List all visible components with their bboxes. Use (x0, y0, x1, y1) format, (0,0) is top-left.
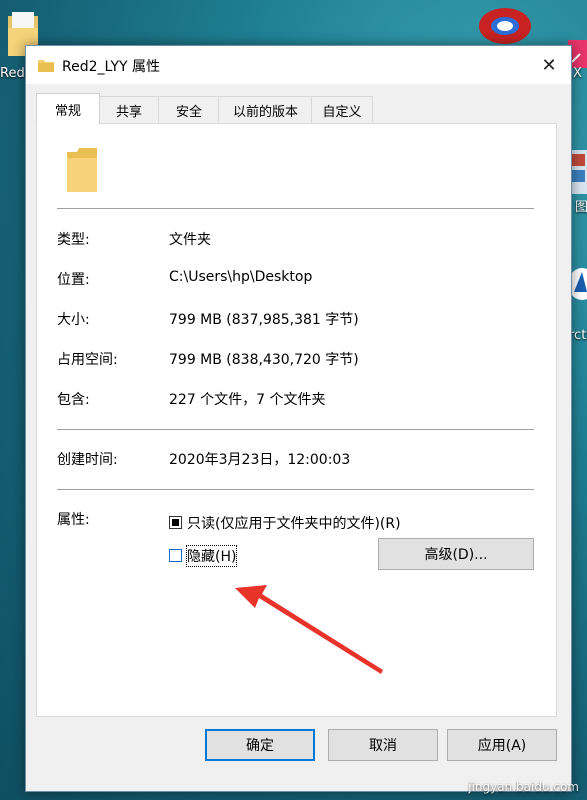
size-on-disk-label: 占用空间: (57, 352, 118, 368)
type-label: 类型: (57, 232, 90, 248)
hidden-label[interactable]: 隐藏(H) (185, 545, 238, 567)
desktop-icon-label: 图 (575, 200, 587, 215)
hidden-checkbox[interactable] (169, 549, 182, 562)
contains-label: 包含: (57, 392, 90, 408)
folder-icon (67, 148, 97, 192)
ok-button[interactable]: 确定 (205, 729, 315, 761)
properties-dialog: Red2_LYY 属性 ✕ 常规 共享 安全 以前的版本 自定义 类型: 文件夹… (25, 45, 572, 792)
attributes-label: 属性: (57, 512, 90, 528)
readonly-label[interactable]: 只读(仅应用于文件夹中的文件)(R) (187, 513, 401, 533)
divider (57, 489, 534, 490)
type-value: 文件夹 (169, 232, 211, 248)
location-value: C:\Users\hp\Desktop (169, 269, 313, 285)
tab-previous-versions[interactable]: 以前的版本 (218, 96, 313, 123)
cancel-button[interactable]: 取消 (328, 729, 438, 761)
watermark: jingyan.baidu.com (468, 780, 579, 794)
tab-general[interactable]: 常规 (36, 93, 100, 124)
readonly-checkbox[interactable] (169, 516, 182, 529)
app-icon[interactable] (475, 2, 537, 48)
folder-icon (38, 60, 54, 72)
created-label: 创建时间: (57, 452, 118, 468)
apply-button[interactable]: 应用(A) (447, 729, 557, 761)
tab-sharing[interactable]: 共享 (98, 96, 160, 123)
close-icon[interactable]: ✕ (527, 46, 571, 84)
size-label: 大小: (57, 312, 90, 328)
title-bar[interactable]: Red2_LYY 属性 ✕ (26, 46, 571, 84)
advanced-button[interactable]: 高级(D)... (378, 538, 534, 570)
size-value: 799 MB (837,985,381 字节) (169, 312, 359, 328)
tab-security[interactable]: 安全 (158, 96, 220, 123)
annotation-arrow (235, 585, 383, 674)
size-on-disk-value: 799 MB (838,430,720 字节) (169, 352, 359, 368)
location-label: 位置: (57, 272, 90, 288)
contains-value: 227 个文件，7 个文件夹 (169, 392, 326, 408)
desktop-icon-label: X (573, 66, 582, 81)
general-panel: 类型: 文件夹 位置: C:\Users\hp\Desktop 大小: 799 … (36, 123, 557, 717)
tab-customize[interactable]: 自定义 (311, 96, 373, 123)
divider (57, 429, 534, 430)
divider (57, 208, 534, 209)
created-value: 2020年3月23日，12:00:03 (169, 452, 351, 468)
window-title: Red2_LYY 属性 (62, 59, 160, 75)
